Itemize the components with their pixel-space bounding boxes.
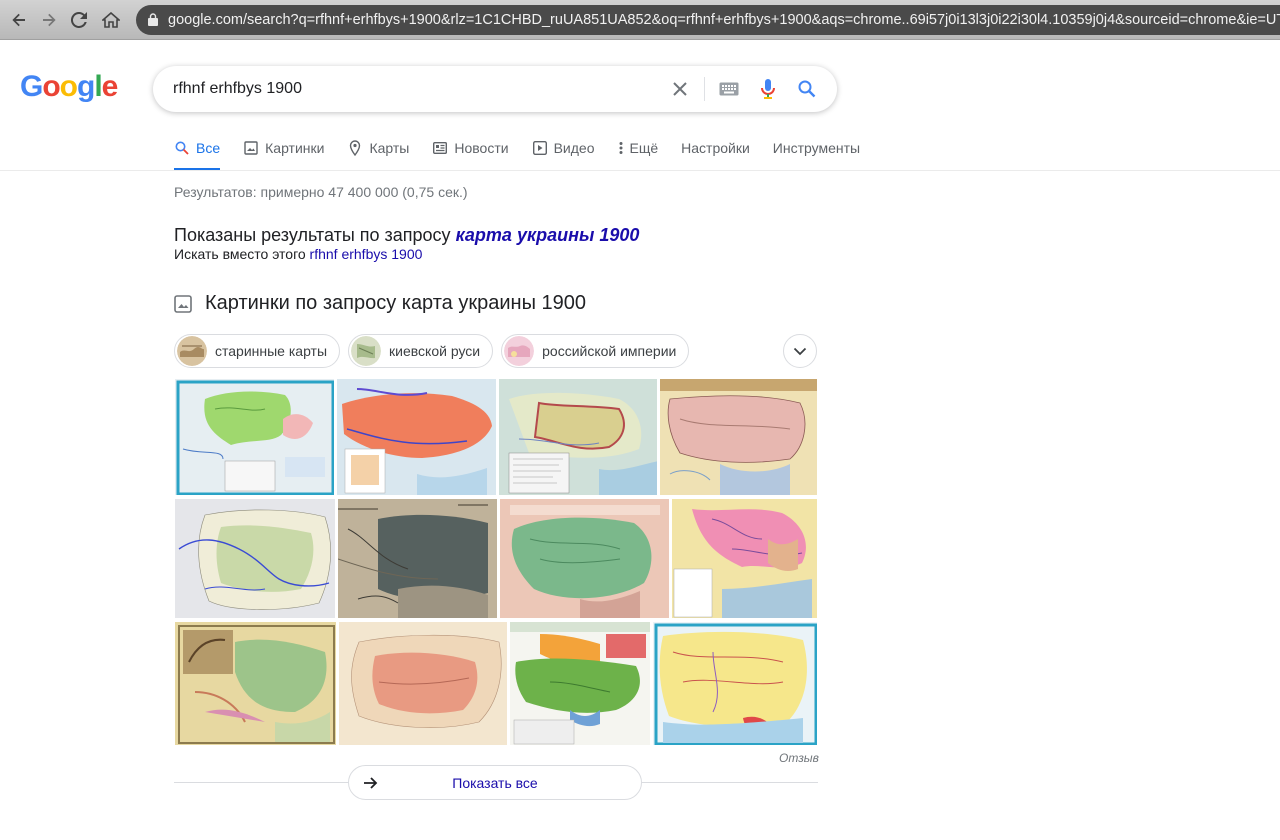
tab-more[interactable]: Ещё xyxy=(617,137,658,171)
home-icon[interactable] xyxy=(100,8,122,32)
tab-images[interactable]: Картинки xyxy=(243,137,324,171)
address-bar[interactable]: google.com/search?q=rfhnf+erhfbys+1900&r… xyxy=(136,5,1280,35)
chip-thumbnail xyxy=(504,336,535,366)
search-icon[interactable] xyxy=(795,77,819,101)
image-result[interactable] xyxy=(336,378,497,496)
images-section-header[interactable]: Картинки по запросу карта украины 1900 xyxy=(174,292,586,315)
image-grid xyxy=(174,378,818,746)
image-icon xyxy=(174,294,192,313)
expand-chips-button[interactable] xyxy=(783,334,817,368)
show-all-button[interactable]: Показать все xyxy=(348,765,642,800)
image-result[interactable] xyxy=(337,498,498,619)
arrow-right-icon xyxy=(364,777,378,789)
map-pin-icon xyxy=(347,140,363,156)
chip-old-maps[interactable]: старинные карты xyxy=(174,334,341,368)
image-result[interactable] xyxy=(659,378,818,496)
reload-icon[interactable] xyxy=(68,8,90,32)
tabs-divider xyxy=(0,170,1280,171)
video-icon xyxy=(532,140,548,156)
tab-video[interactable]: Видео xyxy=(532,137,594,171)
search-box xyxy=(153,66,837,112)
image-result[interactable] xyxy=(174,498,336,619)
tab-news[interactable]: Новости xyxy=(432,137,509,171)
divider xyxy=(174,782,348,783)
chip-russian-empire[interactable]: российской империи xyxy=(501,334,690,368)
chip-thumbnail xyxy=(351,336,382,366)
image-icon xyxy=(243,140,259,156)
lock-icon xyxy=(148,13,158,26)
search-instead-for: Искать вместо этого rfhnf erhfbys 1900 xyxy=(174,246,423,262)
image-result[interactable] xyxy=(498,378,658,496)
chip-thumbnail xyxy=(177,336,207,366)
google-logo[interactable]: Google xyxy=(20,70,118,104)
news-icon xyxy=(432,140,448,156)
search-icon xyxy=(174,140,190,156)
refinement-chips: старинные карты киевской руси российской… xyxy=(174,334,697,368)
chevron-down-icon xyxy=(793,347,807,355)
image-result[interactable] xyxy=(338,621,508,746)
microphone-icon[interactable] xyxy=(756,77,780,101)
image-result[interactable] xyxy=(499,498,670,619)
image-result[interactable] xyxy=(652,621,818,746)
back-arrow-icon[interactable] xyxy=(8,8,30,32)
clear-icon[interactable] xyxy=(668,77,692,101)
url-text: google.com/search?q=rfhnf+erhfbys+1900&r… xyxy=(168,12,1280,28)
image-result[interactable] xyxy=(174,621,337,746)
tab-tools[interactable]: Инструменты xyxy=(773,137,860,171)
keyboard-icon[interactable] xyxy=(717,77,741,101)
more-vert-icon xyxy=(617,140,625,156)
image-result[interactable] xyxy=(671,498,818,619)
divider xyxy=(642,782,818,783)
divider xyxy=(704,77,705,101)
chip-kievan-rus[interactable]: киевской руси xyxy=(348,334,494,368)
browser-toolbar: google.com/search?q=rfhnf+erhfbys+1900&r… xyxy=(0,0,1280,40)
original-query-link[interactable]: rfhnf erhfbys 1900 xyxy=(310,246,423,262)
feedback-link[interactable]: Отзыв xyxy=(779,751,819,765)
showing-results-for: Показаны результаты по запросу карта укр… xyxy=(174,225,640,245)
tab-maps[interactable]: Карты xyxy=(347,137,409,171)
corrected-query-link[interactable]: карта украины 1900 xyxy=(456,225,640,245)
tab-settings[interactable]: Настройки xyxy=(681,137,750,171)
images-section-title: Картинки по запросу карта украины 1900 xyxy=(205,292,586,314)
search-input[interactable] xyxy=(173,66,653,112)
image-result[interactable] xyxy=(174,378,335,496)
forward-arrow-icon[interactable] xyxy=(38,8,60,32)
result-stats: Результатов: примерно 47 400 000 (0,75 с… xyxy=(174,184,468,200)
search-tabs: Все Картинки Карты Новости Видео Ещё Нас… xyxy=(174,137,883,171)
image-result[interactable] xyxy=(509,621,651,746)
tab-all[interactable]: Все xyxy=(174,137,221,171)
